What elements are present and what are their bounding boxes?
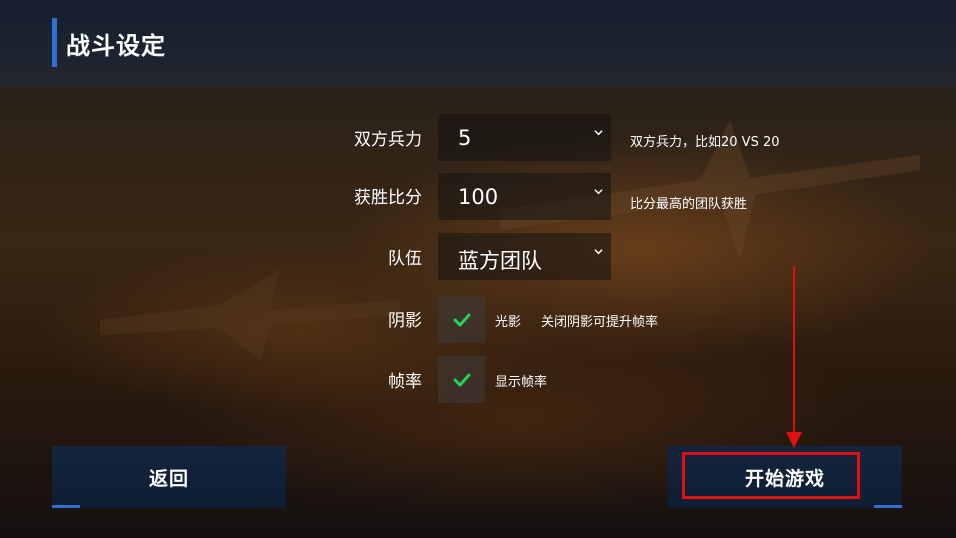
forces-hint: 双方兵力，比如20 VS 20: [630, 135, 780, 150]
page-title: 战斗设定: [66, 32, 166, 60]
team-label: 队伍: [388, 249, 422, 269]
header-bar: 战斗设定: [0, 0, 956, 86]
win-score-select[interactable]: 100: [438, 173, 611, 220]
back-button[interactable]: 返回: [52, 446, 286, 508]
annotation-highlight-box: [682, 452, 860, 499]
forces-value: 5: [458, 126, 472, 150]
team-value: 蓝方团队: [458, 249, 542, 273]
framerate-label: 帧率: [388, 372, 422, 392]
button-accent: [52, 505, 80, 508]
shadow-checkbox[interactable]: [438, 296, 485, 343]
win-score-hint: 比分最高的团队获胜: [630, 197, 748, 212]
framerate-option-label: 显示帧率: [495, 375, 548, 390]
annotation-arrow: [793, 266, 795, 436]
header-accent: [52, 18, 57, 67]
framerate-checkbox[interactable]: [438, 356, 485, 403]
annotation-arrow-head: [786, 432, 802, 448]
back-button-label: 返回: [148, 467, 189, 490]
win-score-label: 获胜比分: [354, 188, 422, 208]
chevron-down-icon: [594, 130, 603, 136]
shadow-hint: 关闭阴影可提升帧率: [541, 315, 659, 330]
checkmark-icon: [453, 373, 471, 387]
shadow-label: 阴影: [388, 311, 422, 331]
checkmark-icon: [453, 313, 471, 327]
chevron-down-icon: [594, 189, 603, 195]
shadow-option-label: 光影: [495, 315, 522, 330]
chevron-down-icon: [594, 249, 603, 255]
button-accent: [874, 505, 902, 508]
forces-label: 双方兵力: [354, 130, 422, 150]
team-select[interactable]: 蓝方团队: [438, 233, 611, 280]
forces-select[interactable]: 5: [438, 114, 611, 161]
win-score-value: 100: [458, 185, 499, 209]
